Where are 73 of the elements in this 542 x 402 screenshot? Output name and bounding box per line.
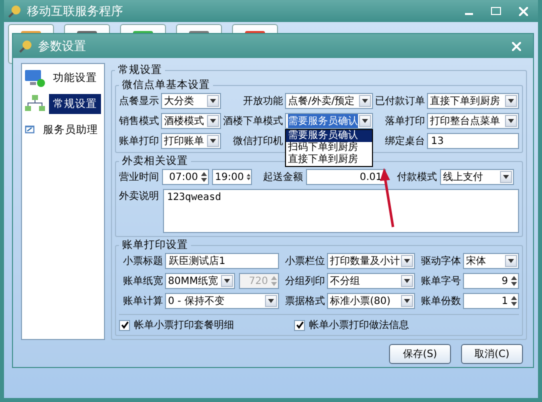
input-field[interactable]: 跃臣测试店1 [165, 253, 279, 269]
field-label: 分组列印 [284, 274, 325, 288]
spin-field[interactable]: 1 [463, 293, 519, 309]
spin-arrows-icon [510, 275, 518, 287]
group-title: 常规设置 [117, 63, 163, 77]
dialog-title: 参数设置 [38, 38, 87, 54]
group-title: 账单打印设置 [121, 238, 189, 252]
field-label: 开放功能 [242, 94, 283, 108]
field-label: 销售模式 [119, 114, 159, 128]
dropdown[interactable]: 0 - 保持不变 [165, 293, 279, 309]
field-label: 营业时间 [119, 170, 159, 184]
checkbox[interactable] [119, 320, 130, 330]
field-label: 小票标题 [122, 254, 163, 268]
field-label: 微信打印机 [232, 134, 283, 148]
dropdown[interactable]: 打印数量及小计 [327, 253, 415, 269]
dropdown[interactable]: 打印账单 [161, 133, 221, 149]
app-icon [8, 4, 22, 18]
checkbox-label: 帐单小票打印做法信息 [309, 318, 409, 332]
spin-arrows-icon [270, 275, 278, 287]
field-label: 付款模式 [397, 170, 437, 184]
input-field[interactable]: 0.01 [306, 169, 386, 185]
dropdown[interactable]: 线上支付 [440, 169, 514, 185]
field-label: 账单打印 [119, 134, 159, 148]
field-label: 已付款订单 [375, 94, 425, 108]
annotation-arrow [379, 168, 395, 228]
dialog-button[interactable]: 保存(S) [389, 344, 451, 364]
spin-field[interactable]: 19:00 [212, 169, 252, 185]
field-label: 票据格式 [284, 294, 325, 308]
field-label: 账单纸宽 [122, 274, 163, 288]
dropdown[interactable]: 宋体 [463, 253, 519, 269]
dialog-button[interactable]: 取消(C) [461, 344, 523, 364]
dropdown[interactable]: 需要服务员确认 [285, 113, 373, 129]
spin-arrows-icon [200, 171, 208, 183]
app-icon [19, 39, 33, 53]
checkbox-label: 帐单小票打印套餐明细 [134, 318, 234, 332]
field-label: 落单打印 [384, 114, 425, 128]
dropdown[interactable]: 大分类 [161, 93, 221, 109]
dropdown[interactable]: 80MM纸宽 [165, 273, 235, 289]
window-title: 移动互联服务程序 [27, 2, 124, 20]
field-label: 起送金额 [263, 170, 303, 184]
spin-field[interactable]: 07:00 [162, 169, 209, 185]
field-label: 驱动字体 [420, 254, 461, 268]
group-title: 外卖相关设置 [121, 154, 189, 168]
spin-arrows-icon [246, 171, 251, 183]
field-label: 账单字号 [420, 274, 461, 288]
spin-field[interactable]: 9 [463, 273, 519, 289]
sidebar-item[interactable]: 服务员助理 [39, 120, 102, 140]
field-label: 小票栏位 [284, 254, 325, 268]
checkbox[interactable] [294, 320, 305, 330]
dropdown[interactable]: 不分组 [327, 273, 415, 289]
sidebar-item[interactable]: 功能设置 [49, 68, 101, 88]
dropdown[interactable]: 直接下单到厨房 [427, 93, 519, 109]
dropdown[interactable]: 酒楼模式 [161, 113, 221, 129]
field-label: 点餐显示 [119, 94, 159, 108]
text-area[interactable]: 123qweasd [163, 189, 519, 233]
field-label: 账单份数 [420, 294, 461, 308]
network-icon [24, 94, 46, 114]
close-icon[interactable] [518, 6, 528, 16]
close-icon[interactable] [512, 42, 520, 50]
dropdown[interactable]: 点餐/外卖/预定 [285, 93, 373, 109]
sidebar-item[interactable]: 常规设置 [49, 94, 101, 114]
field-label: 绑定桌台 [384, 134, 425, 148]
dropdown[interactable]: 标准小票(80) [327, 293, 415, 309]
maximize-icon[interactable] [491, 7, 501, 15]
monitor-icon [24, 68, 46, 88]
field-label: 账单计算 [122, 294, 163, 308]
dropdown[interactable]: 打印整台点菜单 [427, 113, 519, 129]
dropdown-option[interactable]: 需要服务员确认 [286, 130, 372, 142]
field-label: 酒楼下单模式 [223, 114, 283, 128]
input-field[interactable]: 13 [427, 133, 519, 149]
spin-arrows-icon [510, 295, 518, 307]
field-label: 外卖说明 [119, 190, 159, 203]
group-title: 微信点单基本设置 [121, 78, 211, 92]
